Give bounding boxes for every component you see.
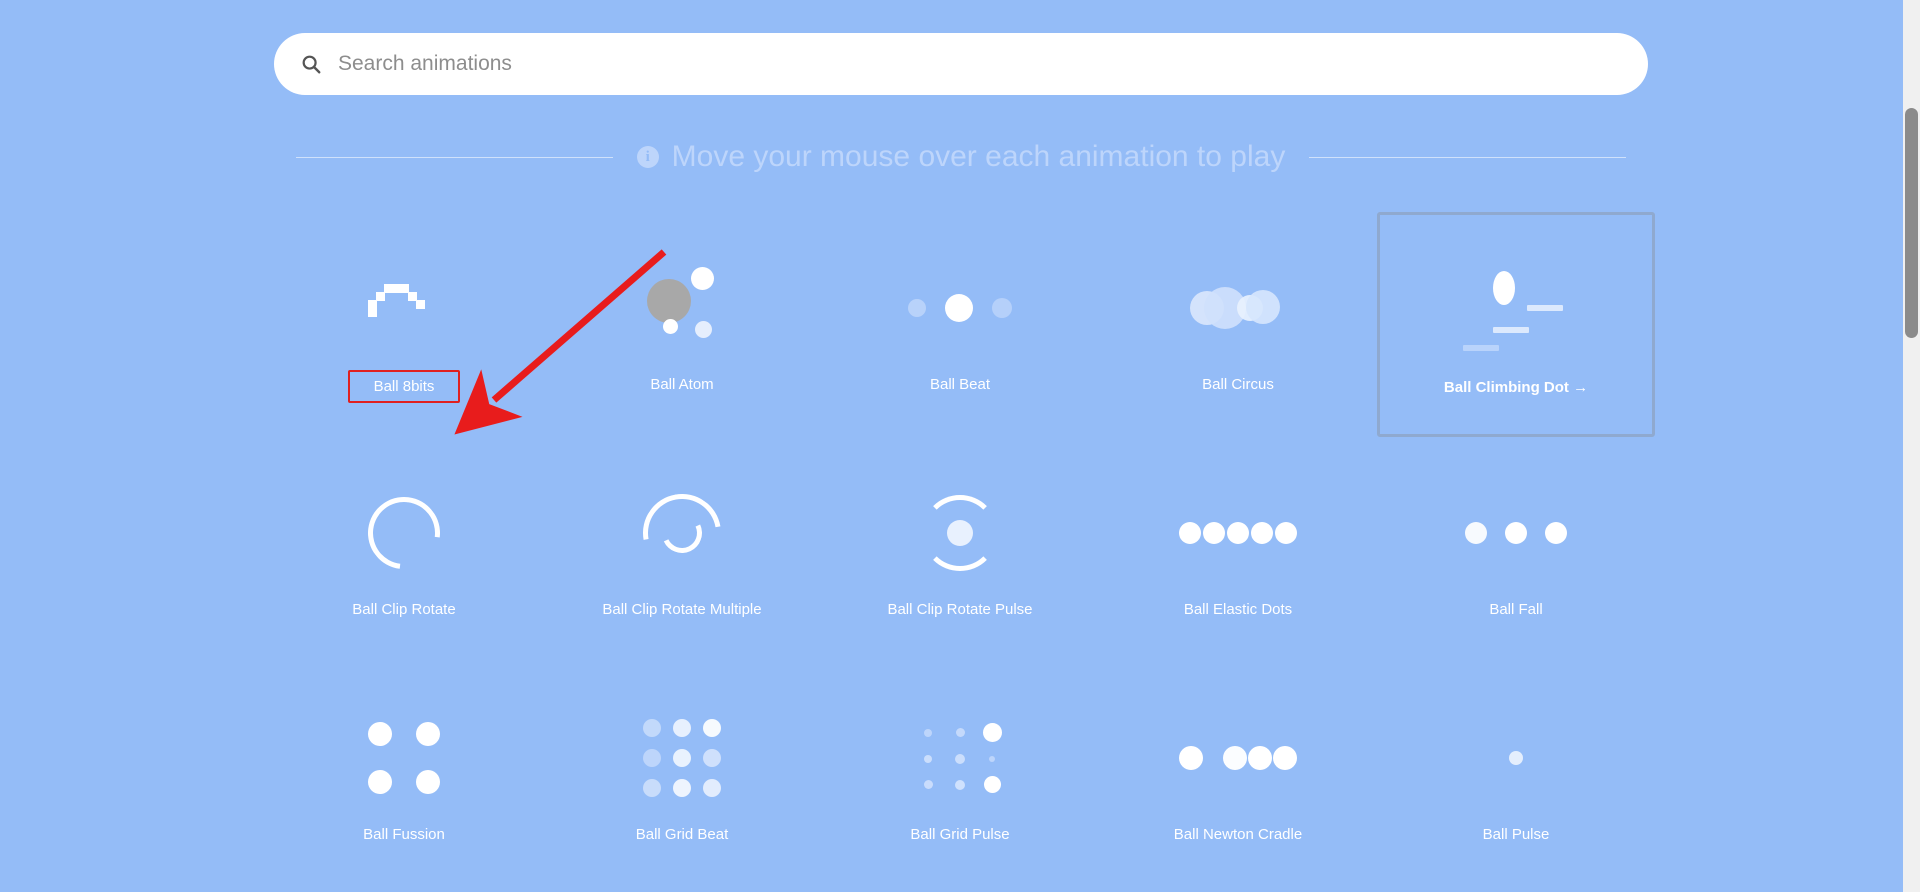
hint-row: i Move your mouse over each animation to… <box>296 140 1626 174</box>
animation-preview <box>543 704 821 812</box>
animation-card[interactable]: Ball Newton Cradle <box>1099 662 1377 887</box>
anim-ball-climbing-dot <box>1461 265 1571 357</box>
animation-grid: Ball 8bits Ball Atom Ball Beat Ball Circus B… <box>265 212 1655 887</box>
animation-card[interactable]: Ball Clip Rotate <box>265 437 543 662</box>
animation-card[interactable]: Ball Circus <box>1099 212 1377 437</box>
animation-card-label: Ball Fussion <box>363 826 445 843</box>
animation-preview <box>1099 254 1377 362</box>
animation-preview <box>1377 704 1655 812</box>
animation-card-label: Ball Clip Rotate Pulse <box>887 601 1033 618</box>
animation-preview <box>265 704 543 812</box>
animation-card[interactable]: Ball Climbing Dot → <box>1377 212 1655 437</box>
animation-card-label: Ball Clip Rotate <box>352 601 456 618</box>
anim-ball-clip-rotate <box>353 482 455 584</box>
anim-ball-fall <box>1465 522 1567 544</box>
animation-card-label: Ball Grid Beat <box>635 826 729 843</box>
scrollbar-thumb[interactable] <box>1905 108 1918 338</box>
animation-preview <box>821 254 1099 362</box>
animation-card[interactable]: Ball Pulse <box>1377 662 1655 887</box>
animation-card-label: Ball Climbing Dot → <box>1443 379 1589 396</box>
anim-ball-grid-pulse <box>918 723 1002 793</box>
animation-card-label: Ball 8bits <box>373 378 435 395</box>
animation-card[interactable]: Ball Fall <box>1377 437 1655 662</box>
hint-divider-left <box>296 156 613 158</box>
animation-preview <box>543 478 821 588</box>
animation-preview <box>1377 479 1655 587</box>
annotation-highlight-box: Ball 8bits <box>347 370 461 403</box>
scrollbar-track[interactable] <box>1903 0 1920 892</box>
animation-preview <box>265 254 543 362</box>
hint-label: Move your mouse over each animation to p… <box>671 140 1286 173</box>
animation-card-label: Ball Elastic Dots <box>1183 601 1293 618</box>
info-icon: i <box>636 146 659 168</box>
anim-ball-8bits <box>368 284 440 332</box>
animation-card-label: Ball Pulse <box>1482 826 1550 843</box>
animation-preview <box>543 254 821 362</box>
anim-ball-elastic-dots <box>1178 522 1298 544</box>
hint-text-group: i Move your mouse over each animation to… <box>636 140 1286 174</box>
animation-card-label: Ball Circus <box>1202 376 1274 393</box>
animation-card-label: Ball Newton Cradle <box>1173 826 1303 843</box>
anim-ball-newton-cradle <box>1179 746 1297 770</box>
search-bar[interactable] <box>274 33 1648 95</box>
animation-card[interactable]: Ball Atom <box>543 212 821 437</box>
animation-card[interactable]: Ball 8bits <box>265 212 543 437</box>
animation-card-label: Ball Fall <box>1489 601 1543 618</box>
animation-card[interactable]: Ball Elastic Dots <box>1099 437 1377 662</box>
animation-card[interactable]: Ball Grid Pulse <box>821 662 1099 887</box>
search-input[interactable] <box>338 52 1622 76</box>
anim-ball-grid-beat <box>643 719 721 797</box>
animation-preview <box>1380 257 1652 365</box>
animation-preview <box>265 479 543 587</box>
animation-card-label: Ball Beat <box>929 376 991 393</box>
search-box[interactable] <box>274 33 1648 95</box>
animation-preview <box>1099 479 1377 587</box>
hint-divider-right <box>1309 156 1626 158</box>
anim-ball-circus <box>1190 285 1286 331</box>
search-icon <box>302 55 321 74</box>
animation-card[interactable]: Ball Clip Rotate Multiple <box>543 437 821 662</box>
anim-ball-beat <box>908 294 1012 322</box>
animation-card-label: Ball Clip Rotate Multiple <box>602 601 762 618</box>
animation-preview <box>1099 704 1377 812</box>
animation-preview <box>821 704 1099 812</box>
anim-ball-atom <box>643 265 721 351</box>
anim-ball-clip-rotate-multiple <box>627 478 737 588</box>
animation-card-label: Ball Atom <box>650 376 714 393</box>
anim-ball-clip-rotate-pulse <box>922 495 998 571</box>
anim-ball-pulse <box>1509 751 1523 765</box>
animation-card[interactable]: Ball Clip Rotate Pulse <box>821 437 1099 662</box>
animation-card[interactable]: Ball Beat <box>821 212 1099 437</box>
anim-ball-fussion <box>368 722 440 794</box>
animation-card-label: Ball Grid Pulse <box>910 826 1010 843</box>
animation-card[interactable]: Ball Fussion <box>265 662 543 887</box>
animation-card[interactable]: Ball Grid Beat <box>543 662 821 887</box>
animation-preview <box>821 479 1099 587</box>
